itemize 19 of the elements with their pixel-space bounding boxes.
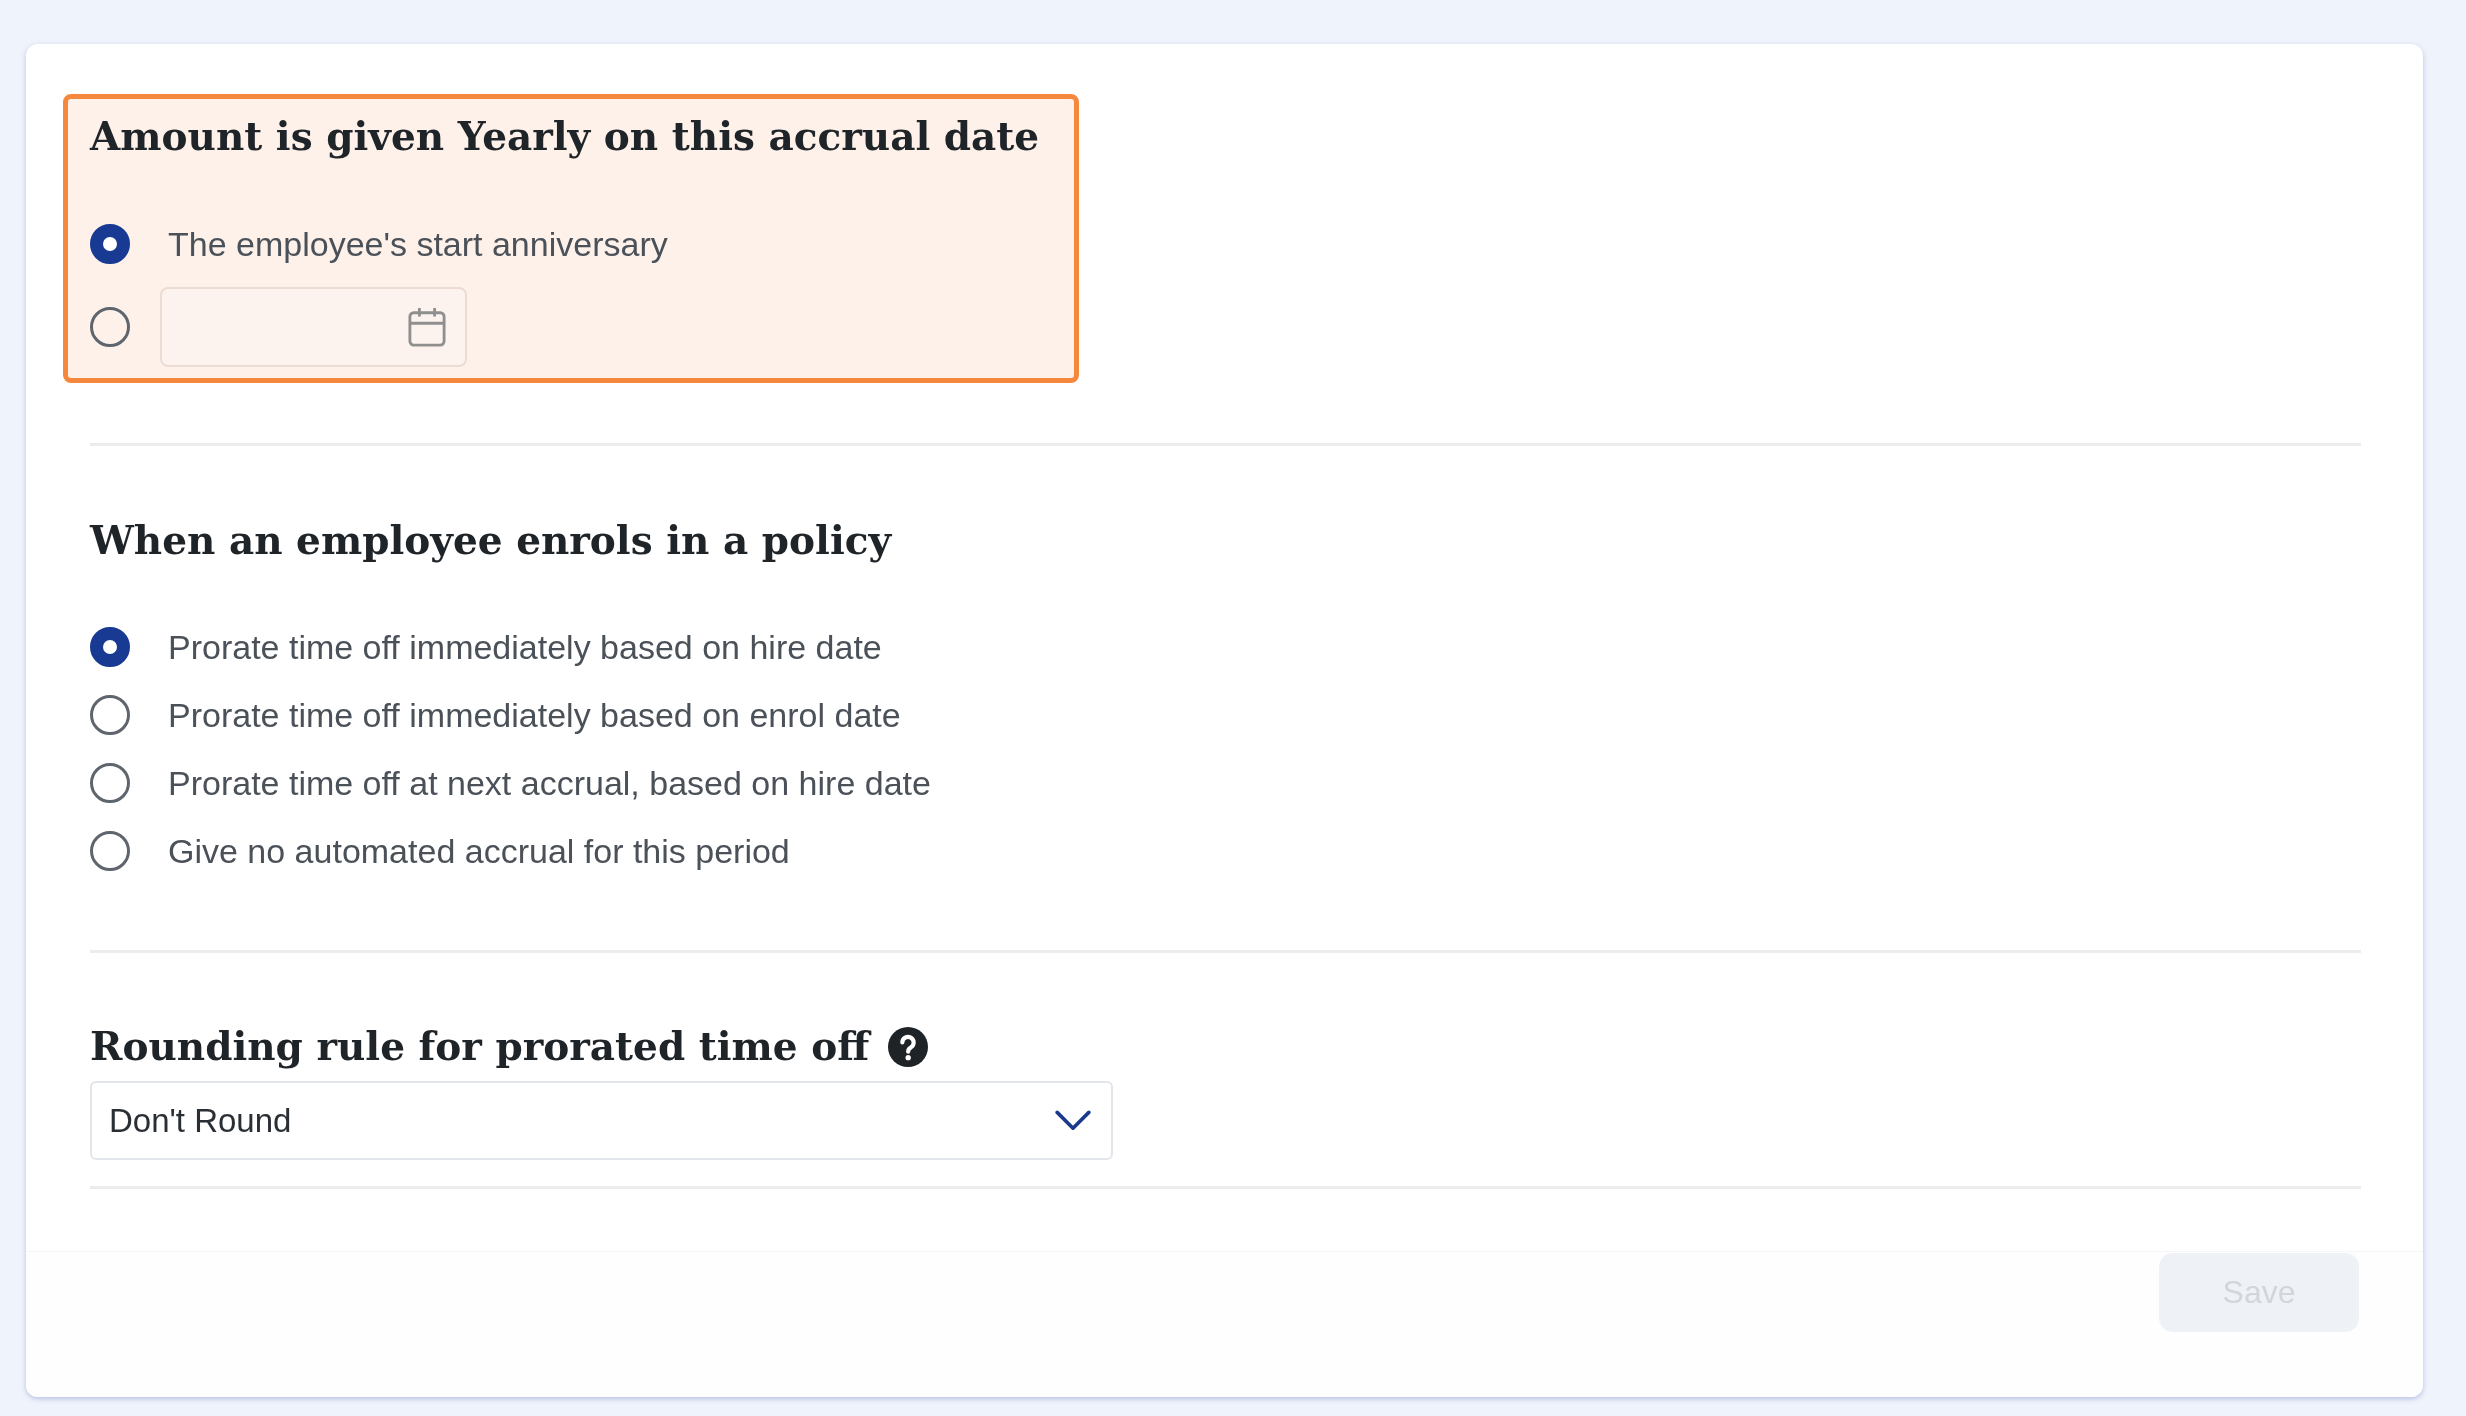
radio-button[interactable] xyxy=(90,831,130,871)
calendar-icon[interactable] xyxy=(408,307,446,347)
date-input-field[interactable] xyxy=(160,287,467,367)
option-label: The employee's start anniversary xyxy=(168,224,668,264)
radio-button[interactable] xyxy=(90,224,130,264)
radio-button[interactable] xyxy=(90,307,130,347)
radio-button[interactable] xyxy=(90,627,130,667)
option-label: Give no automated accrual for this period xyxy=(168,831,790,871)
option-label: Prorate time off at next accrual, based on hire date xyxy=(168,763,931,803)
radio-button[interactable] xyxy=(90,695,130,735)
section-heading: Amount is given Yearly on this accrual date xyxy=(90,112,1040,161)
section-heading: Rounding rule for prorated time off xyxy=(90,1022,870,1071)
option-label: Prorate time off immediately based on hire date xyxy=(168,627,882,667)
help-icon[interactable] xyxy=(888,1026,929,1067)
chevron-down-icon xyxy=(1055,1109,1091,1132)
rounding-dropdown[interactable]: Don't Round xyxy=(90,1081,1113,1160)
section-heading: When an employee enrols in a policy xyxy=(90,516,892,565)
radio-button[interactable] xyxy=(90,763,130,803)
option-label: Prorate time off immediately based on enrol date xyxy=(168,695,901,735)
